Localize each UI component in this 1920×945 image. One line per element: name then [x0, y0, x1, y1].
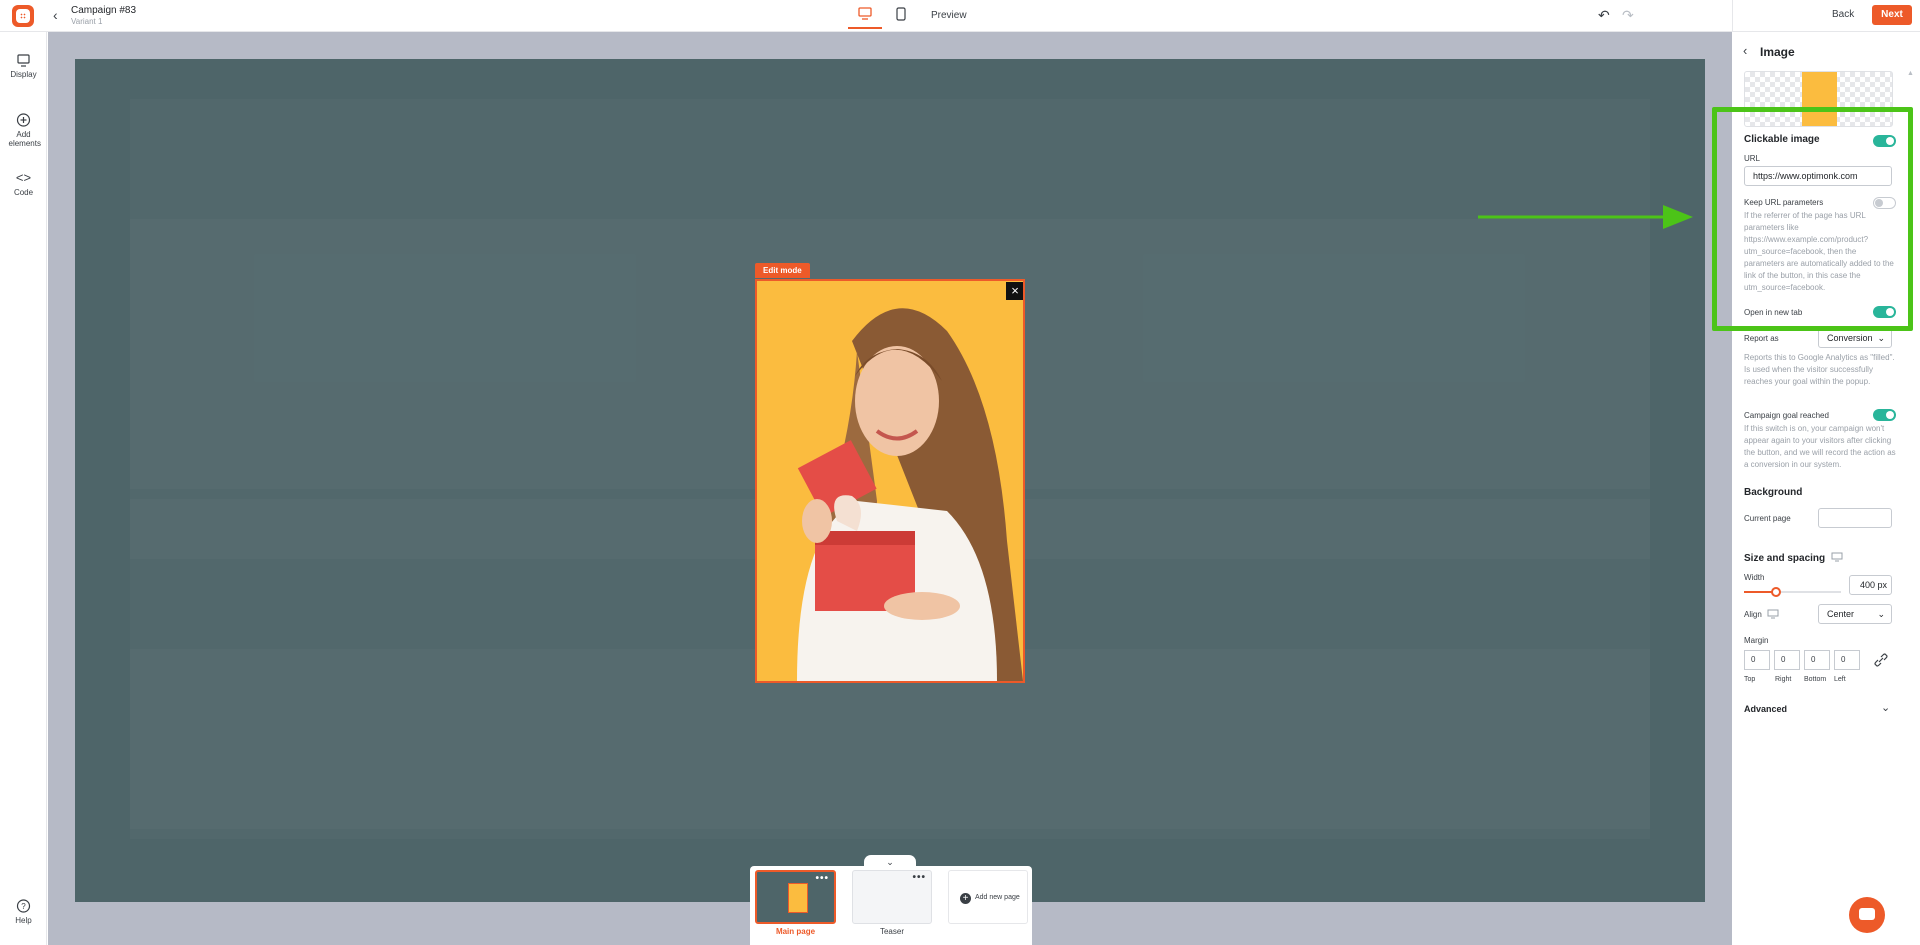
margin-label: Margin	[1744, 636, 1769, 645]
open-new-tab-label: Open in new tab	[1744, 308, 1803, 317]
report-as-select[interactable]: Conversion ⌄	[1818, 328, 1892, 348]
margin-bottom-label: Bottom	[1804, 676, 1827, 683]
link-icon[interactable]	[1873, 652, 1889, 668]
align-label-text: Align	[1744, 610, 1762, 619]
active-view-indicator	[848, 27, 882, 29]
desktop-view-button[interactable]	[848, 0, 882, 32]
back-chevron-icon[interactable]: ‹	[53, 7, 58, 23]
redo-icon[interactable]: ↷	[1622, 7, 1634, 24]
margin-top-input[interactable]: 0	[1744, 650, 1770, 670]
properties-panel: ‹ Image ▲ Clickable image URL Keep URL p…	[1733, 32, 1920, 945]
keep-url-params-label: Keep URL parameters	[1744, 198, 1824, 207]
main-page-thumbnail[interactable]: •••	[755, 870, 836, 924]
image-preview[interactable]	[1744, 71, 1893, 127]
svg-text:?: ?	[21, 902, 26, 911]
size-spacing-heading: Size and spacing	[1744, 552, 1843, 564]
divider	[1732, 0, 1733, 32]
popup-image[interactable]: ×	[757, 281, 1023, 681]
open-new-tab-toggle[interactable]	[1873, 306, 1896, 318]
width-input[interactable]: 400 px	[1849, 575, 1892, 595]
top-bar: ‹ Campaign #83 Variant 1 Preview ↶ ↷ Bac…	[0, 0, 1920, 32]
sidebar-item-help[interactable]: ? Help	[0, 898, 47, 925]
report-as-label: Report as	[1744, 334, 1779, 343]
scroll-up-icon[interactable]: ▲	[1907, 70, 1914, 77]
edit-mode-badge: Edit mode	[755, 263, 810, 278]
mini-popup	[788, 883, 808, 913]
panel-back-icon[interactable]: ‹	[1743, 43, 1747, 58]
current-page-label: Current page	[1744, 514, 1791, 523]
undo-icon[interactable]: ↶	[1598, 7, 1610, 24]
app-logo[interactable]	[12, 5, 34, 27]
chevron-down-icon: ⌄	[1877, 333, 1885, 343]
chat-icon[interactable]	[1849, 897, 1885, 933]
align-value: Center	[1827, 609, 1855, 619]
keep-url-params-description: If the referrer of the page has URL para…	[1744, 211, 1894, 292]
plus-icon: +	[960, 893, 971, 904]
advanced-heading[interactable]: Advanced	[1744, 704, 1787, 714]
slider-handle[interactable]	[1771, 587, 1781, 597]
chevron-down-icon[interactable]: ⌄	[1881, 701, 1890, 714]
sidebar-item-add-elements[interactable]: Add elements	[0, 112, 47, 148]
sidebar-item-display[interactable]: Display	[0, 52, 47, 79]
background-heading: Background	[1744, 487, 1803, 498]
add-page-label: Add new page	[975, 894, 1020, 901]
align-select[interactable]: Center ⌄	[1818, 604, 1892, 624]
main-page-label: Main page	[775, 927, 816, 936]
margin-right-input[interactable]: 0	[1774, 650, 1800, 670]
sidebar-item-label: Help	[15, 916, 32, 925]
sidebar-item-label: Display	[10, 70, 37, 79]
size-spacing-label: Size and spacing	[1744, 553, 1826, 564]
image-thumbnail	[1802, 72, 1837, 126]
margin-top-label: Top	[1744, 676, 1756, 683]
page-strip: ••• Main page ••• Teaser + Add new page	[750, 866, 1032, 945]
report-as-description: Reports this to Google Analytics as "fil…	[1744, 353, 1895, 386]
popup[interactable]: ×	[755, 279, 1025, 683]
sidebar-item-label: Add elements	[8, 130, 41, 148]
variant-label: Variant 1	[71, 17, 103, 26]
add-page-button[interactable]: + Add new page	[948, 870, 1028, 924]
align-label: Align	[1744, 609, 1779, 619]
clickable-image-label: Clickable image	[1744, 134, 1820, 145]
desktop-icon	[1767, 609, 1779, 619]
background-color-picker[interactable]	[1818, 508, 1892, 528]
margin-bottom-input[interactable]: 0	[1804, 650, 1830, 670]
mobile-icon	[896, 7, 906, 21]
goal-reached-toggle[interactable]	[1873, 409, 1896, 421]
next-button[interactable]: Next	[1872, 5, 1912, 25]
help-icon: ?	[16, 899, 31, 913]
width-slider[interactable]	[1744, 587, 1841, 597]
goal-reached-label: Campaign goal reached	[1744, 411, 1829, 420]
panel-title: Image	[1760, 45, 1795, 59]
margin-left-label: Left	[1834, 676, 1846, 683]
plus-circle-icon	[16, 113, 31, 127]
teaser-label: Teaser	[879, 927, 904, 936]
woman-with-gift-image	[757, 281, 1023, 681]
preview-link[interactable]: Preview	[931, 10, 967, 21]
more-options-icon[interactable]: •••	[815, 873, 829, 884]
url-label: URL	[1744, 154, 1761, 163]
mobile-view-button[interactable]	[890, 0, 912, 32]
more-options-icon[interactable]: •••	[912, 872, 926, 883]
margin-left-input[interactable]: 0	[1834, 650, 1860, 670]
desktop-icon	[1831, 552, 1843, 562]
sidebar-item-code[interactable]: <> Code	[0, 170, 47, 197]
margin-right-label: Right	[1775, 676, 1792, 683]
width-label: Width	[1744, 573, 1765, 582]
close-icon[interactable]: ×	[1006, 282, 1023, 300]
sidebar-item-label: Code	[13, 188, 34, 197]
monitor-icon	[17, 54, 30, 67]
clickable-image-toggle[interactable]	[1873, 135, 1896, 147]
teaser-thumbnail[interactable]: •••	[852, 870, 932, 924]
left-sidebar: Display Add elements <> Code ? Help	[0, 32, 47, 945]
back-button[interactable]: Back	[1832, 9, 1854, 20]
campaign-title: Campaign #83	[71, 5, 137, 16]
desktop-icon	[858, 7, 872, 20]
chevron-down-icon: ⌄	[1877, 609, 1885, 619]
keep-url-params-toggle[interactable]	[1873, 197, 1896, 209]
report-as-value: Conversion	[1827, 333, 1873, 343]
annotation-arrow	[1478, 205, 1693, 229]
code-icon: <>	[15, 170, 32, 185]
url-input[interactable]	[1744, 166, 1892, 186]
goal-reached-description: If this switch is on, your campaign won'…	[1744, 424, 1896, 469]
